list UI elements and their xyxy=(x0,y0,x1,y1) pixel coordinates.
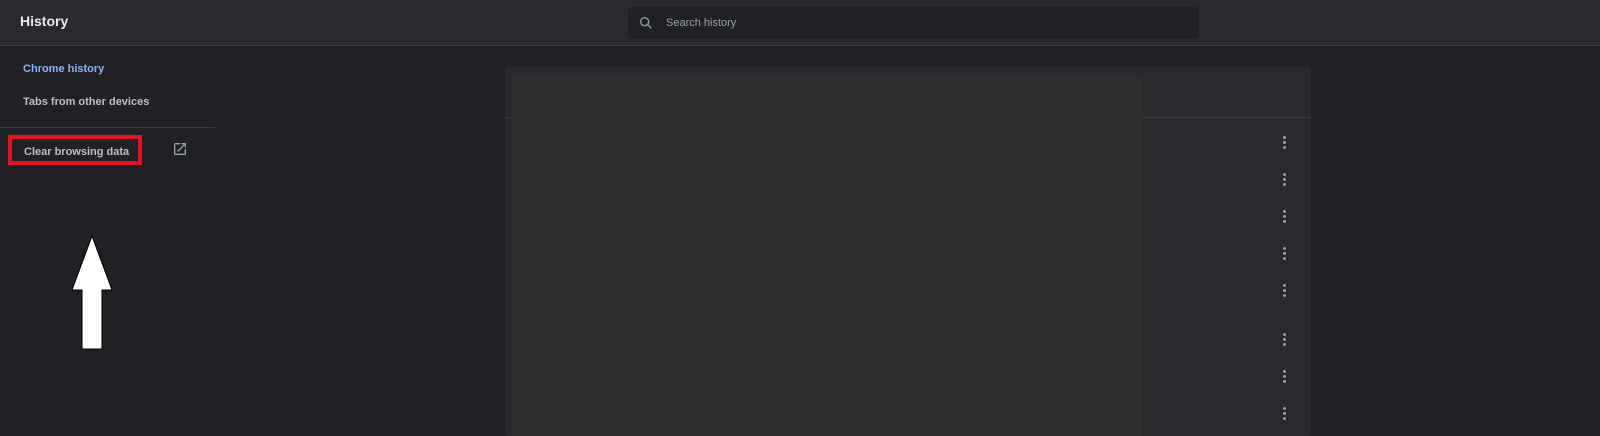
clear-browsing-data-button[interactable]: Clear browsing data xyxy=(8,135,142,165)
more-actions-icon[interactable] xyxy=(1275,281,1295,301)
clear-browsing-data-label: Clear browsing data xyxy=(24,146,130,158)
external-link-icon[interactable] xyxy=(172,141,188,157)
search-icon[interactable] xyxy=(638,15,654,31)
sidebar-divider xyxy=(0,127,215,128)
search-box[interactable] xyxy=(628,7,1199,39)
sidebar-item-chrome-history[interactable]: Chrome history xyxy=(23,63,104,75)
history-card xyxy=(505,67,1311,436)
page-title: History xyxy=(20,13,69,29)
more-actions-icon[interactable] xyxy=(1275,133,1295,153)
more-actions-icon[interactable] xyxy=(1275,207,1295,227)
more-actions-icon[interactable] xyxy=(1275,404,1295,424)
app-header: History xyxy=(0,0,1600,46)
more-actions-icon[interactable] xyxy=(1275,330,1295,350)
sidebar: Chrome history Tabs from other devices C… xyxy=(0,46,215,436)
sidebar-item-tabs-from-other-devices[interactable]: Tabs from other devices xyxy=(23,96,149,108)
more-actions-icon[interactable] xyxy=(1275,170,1295,190)
redacted-history-entries xyxy=(511,76,1142,436)
up-arrow-icon xyxy=(71,234,113,350)
more-actions-icon[interactable] xyxy=(1275,367,1295,387)
more-actions-icon[interactable] xyxy=(1275,244,1295,264)
search-input[interactable] xyxy=(666,7,1186,39)
